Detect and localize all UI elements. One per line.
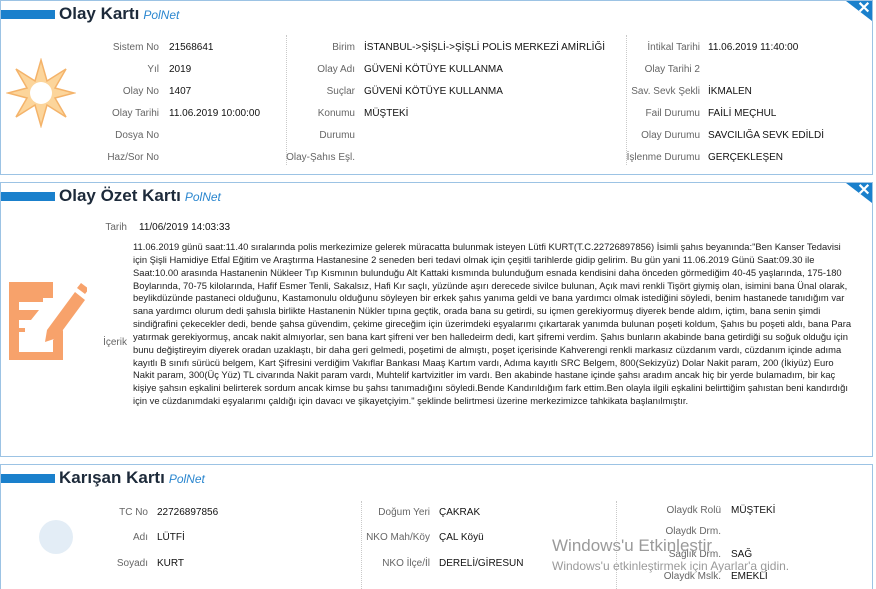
user-avatar-icon: [39, 520, 73, 554]
label-islenme-durumu: İşlenme Durumu: [626, 152, 700, 163]
karisan-card-header: Karışan Kartı PolNet: [1, 465, 872, 491]
close-icon[interactable]: ✕: [857, 1, 870, 17]
column-divider: [286, 35, 287, 165]
column-divider: [626, 35, 627, 165]
label-haz-sor-no: Haz/Sor No: [107, 152, 159, 163]
value-tarih: 11/06/2019 14:03:33: [139, 222, 231, 233]
label-tarih: Tarih: [105, 222, 127, 233]
label-tc-no: TC No: [119, 507, 148, 518]
value-intikal-tarihi: 11.06.2019 11:40:00: [708, 42, 799, 53]
summary-content: 11.06.2019 günü saat:11.40 sıralarında p…: [133, 241, 852, 407]
windows-activation-watermark-title: Windows'u Etkinleştir: [552, 536, 713, 555]
label-intikal-tarihi: İntikal Tarihi: [647, 42, 700, 53]
label-fail-durumu: Fail Durumu: [645, 108, 700, 119]
label-sistem-no: Sistem No: [112, 42, 159, 53]
value-tc-no: 22726897856: [157, 507, 219, 518]
label-olay-adi: Olay Adı: [317, 64, 355, 75]
header-accent-bar: [1, 10, 55, 19]
label-olay-sahis-esl: Olay-Şahıs Eşl.: [286, 152, 355, 163]
label-dosya-no: Dosya No: [115, 130, 159, 141]
ozet-card-header: Olay Özet Kartı PolNet ✕: [1, 183, 872, 209]
label-nko-ilce-il: NKO İlçe/İl: [382, 558, 430, 569]
value-suclar: GÜVENİ KÖTÜYE KULLANMA: [364, 86, 503, 97]
label-sav-sevk-sekli: Sav. Sevk Şekli: [631, 86, 700, 97]
label-konumu: Konumu: [317, 108, 355, 119]
value-sistem-no: 21568641: [169, 42, 214, 53]
value-islenme-durumu: GERÇEKLEŞEN: [708, 152, 784, 163]
header-accent-bar: [1, 192, 55, 201]
label-durumu: Durumu: [319, 130, 355, 141]
olay-card: Olay Kartı PolNet ✕ Sistem No 21568641 Yı…: [0, 0, 873, 175]
header-accent-bar: [1, 474, 55, 483]
label-olay-tarihi-2: Olay Tarihi 2: [644, 64, 700, 75]
value-olay-durumu: SAVCILIĞA SEVK EDİLDİ: [708, 130, 824, 141]
value-fail-durumu: FAİLİ MEÇHUL: [708, 108, 777, 119]
brand-label: PolNet: [143, 8, 180, 22]
value-olay-no: 1407: [169, 86, 192, 97]
label-nko-mah-koy: NKO Mah/Köy: [366, 532, 430, 543]
value-olaydk-rolu: MÜŞTEKİ: [731, 505, 776, 516]
label-olay-durumu: Olay Durumu: [641, 130, 700, 141]
value-adi: LÜTFİ: [157, 532, 185, 543]
value-olay-adi: GÜVENİ KÖTÜYE KULLANMA: [364, 64, 503, 75]
windows-activation-watermark-text: Windows'u etkinleştirmek için Ayarlar'a …: [552, 559, 790, 573]
edit-document-icon: [9, 282, 87, 360]
label-adi: Adı: [132, 532, 148, 543]
value-dogum-yeri: ÇAKRAK: [439, 507, 481, 518]
label-olaydk-rolu: Olaydk Rolü: [666, 505, 721, 516]
value-nko-mah-koy: ÇAL Köyü: [439, 532, 484, 543]
label-birim: Birim: [332, 42, 355, 53]
label-olay-tarihi: Olay Tarihi: [111, 108, 159, 119]
olay-card-header: Olay Kartı PolNet ✕: [1, 1, 872, 27]
brand-label: PolNet: [184, 190, 221, 204]
value-yil: 2019: [169, 64, 192, 75]
label-suclar: Suçlar: [326, 86, 355, 97]
close-button[interactable]: ✕: [846, 1, 872, 21]
label-yil: Yıl: [147, 64, 159, 75]
value-olay-tarihi: 11.06.2019 10:00:00: [169, 108, 261, 119]
label-dogum-yeri: Doğum Yeri: [378, 507, 430, 518]
olay-card-title: Olay Kartı PolNet: [59, 4, 180, 23]
value-konumu: MÜŞTEKİ: [364, 108, 409, 119]
brand-label: PolNet: [168, 472, 205, 486]
label-soyadi: Soyadı: [116, 558, 148, 569]
close-icon[interactable]: ✕: [857, 183, 870, 199]
ozet-card-title: Olay Özet Kartı PolNet: [59, 186, 221, 205]
label-icerik: İçerik: [103, 337, 127, 348]
value-sav-sevk-sekli: İKMALEN: [708, 86, 752, 97]
label-olay-no: Olay No: [122, 86, 159, 97]
value-nko-ilce-il: DERELİ/GİRESUN: [439, 558, 524, 569]
value-birim: İSTANBUL->ŞİŞLİ->ŞİŞLİ POLİS MERKEZİ AMİ…: [364, 42, 606, 53]
karisan-card-title: Karışan Kartı PolNet: [59, 468, 205, 487]
value-soyadi: KURT: [157, 558, 185, 569]
close-button[interactable]: ✕: [846, 183, 872, 203]
